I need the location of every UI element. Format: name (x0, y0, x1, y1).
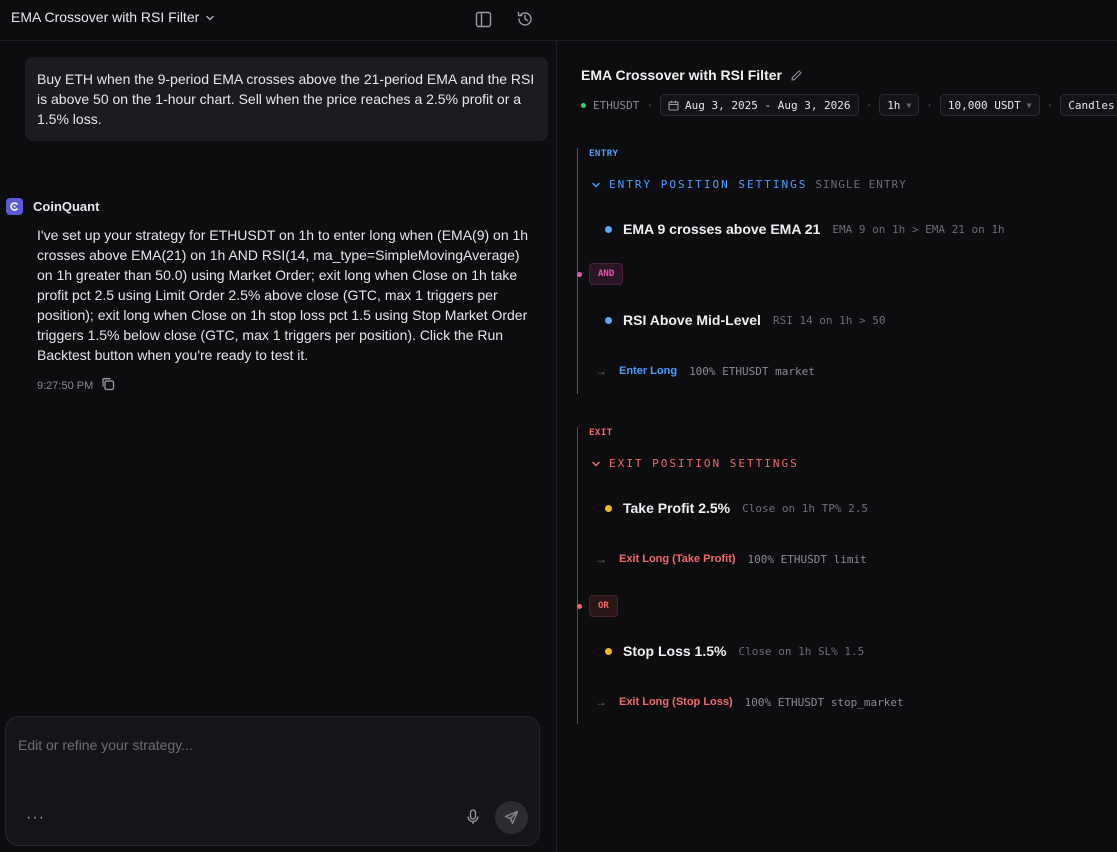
copy-icon[interactable] (101, 377, 115, 394)
microphone-icon[interactable] (466, 809, 480, 830)
capital-value: 10,000 USDT (947, 98, 1021, 112)
exit-stop-loss-action[interactable]: → Exit Long (Stop Loss) 100% ETHUSDT sto… (595, 695, 904, 709)
and-connector: AND (577, 263, 624, 285)
exit-settings-title: EXIT POSITION SETTINGS (609, 457, 799, 470)
bot-name: CoinQuant (33, 199, 100, 214)
condition-detail: Close on 1h TP% 2.5 (742, 501, 868, 515)
bot-message: I've set up your strategy for ETHUSDT on… (37, 227, 529, 363)
condition-name: RSI Above Mid-Level (623, 312, 761, 328)
entry-condition-1[interactable]: EMA 9 crosses above EMA 21 EMA 9 on 1h >… (605, 221, 1005, 237)
chart-mode-select[interactable]: Candles (1060, 94, 1117, 116)
condition-name: Stop Loss 1.5% (623, 643, 727, 659)
condition-detail: Close on 1h SL% 1.5 (738, 644, 865, 658)
strategy-input[interactable] (18, 737, 518, 753)
entry-settings-sub: SINGLE ENTRY (815, 178, 907, 191)
action-label: Exit Long (Take Profit) (619, 553, 736, 565)
timeframe-select[interactable]: 1h ▼ (879, 94, 920, 116)
exit-take-profit-action[interactable]: → Exit Long (Take Profit) 100% ETHUSDT l… (595, 552, 867, 566)
entry-section-label: ENTRY (589, 149, 619, 159)
exit-condition-1[interactable]: Take Profit 2.5% Close on 1h TP% 2.5 (605, 500, 868, 516)
chevron-down-icon (592, 182, 600, 188)
condition-name: EMA 9 crosses above EMA 21 (623, 221, 821, 237)
arrow-right-icon: → (595, 364, 607, 378)
chevron-down-icon (592, 461, 600, 467)
condition-bullet (605, 316, 612, 324)
chevron-down-icon (206, 15, 214, 20)
coinquant-logo-icon (6, 198, 23, 215)
date-range-picker[interactable]: Aug 3, 2025 - Aug 3, 2026 (659, 94, 859, 116)
capital-select[interactable]: 10,000 USDT ▼ (939, 94, 1040, 116)
strategy-title-dropdown[interactable]: EMA Crossover with RSI Filter (11, 9, 215, 25)
panel-title: EMA Crossover with RSI Filter (581, 67, 782, 83)
history-icon[interactable] (514, 8, 536, 30)
symbol-label: ETHUSDT (593, 98, 640, 112)
entry-settings-title: ENTRY POSITION SETTINGS (609, 178, 808, 191)
entry-condition-2[interactable]: RSI Above Mid-Level RSI 14 on 1h > 50 (605, 312, 886, 328)
arrow-right-icon: → (595, 552, 607, 566)
exit-condition-2[interactable]: Stop Loss 1.5% Close on 1h SL% 1.5 (605, 643, 864, 659)
send-button[interactable] (495, 801, 528, 834)
entry-timeline-line (577, 148, 578, 394)
action-detail: 100% ETHUSDT stop_market (744, 695, 904, 709)
arrow-right-icon: → (595, 695, 607, 709)
timeframe-value: 1h (887, 98, 901, 112)
sidebar-toggle-icon[interactable] (472, 8, 494, 30)
entry-settings-toggle[interactable]: ENTRY POSITION SETTINGS SINGLE ENTRY (591, 178, 907, 191)
user-message-bubble: Buy ETH when the 9-period EMA crosses ab… (25, 57, 548, 141)
send-icon (504, 810, 519, 825)
message-timestamp: 9:27:50 PM (37, 379, 94, 392)
more-options-button[interactable]: ··· (26, 809, 45, 827)
exit-section-label: EXIT (589, 428, 613, 438)
panel-divider (556, 40, 557, 852)
header-divider (0, 40, 1117, 41)
chevron-down-icon: ▼ (906, 100, 912, 110)
exit-timeline-line (577, 427, 578, 724)
top-bar: EMA Crossover with RSI Filter (0, 0, 556, 40)
action-detail: 100% ETHUSDT limit (747, 552, 867, 566)
status-dot (581, 102, 586, 108)
message-meta: 9:27:50 PM (37, 377, 115, 394)
strategy-title: EMA Crossover with RSI Filter (11, 9, 200, 25)
condition-detail: EMA 9 on 1h > EMA 21 on 1h (832, 222, 1005, 236)
chart-mode-value: Candles (1068, 98, 1115, 112)
or-badge: OR (589, 595, 618, 617)
date-range-value: Aug 3, 2025 - Aug 3, 2026 (684, 98, 851, 112)
or-connector: OR (577, 595, 618, 617)
edit-pencil-icon[interactable] (790, 69, 803, 82)
composer: ··· (5, 716, 540, 846)
condition-bullet (605, 647, 612, 655)
connector-dot (577, 603, 582, 609)
chevron-down-icon: ▼ (1026, 100, 1032, 110)
action-label: Exit Long (Stop Loss) (619, 696, 733, 708)
enter-long-action[interactable]: → Enter Long 100% ETHUSDT market (595, 364, 815, 378)
connector-dot (577, 271, 582, 277)
panel-title-row: EMA Crossover with RSI Filter (581, 67, 803, 83)
panel-meta-row: ETHUSDT · Aug 3, 2025 - Aug 3, 2026 · 1h… (581, 94, 1117, 116)
action-detail: 100% ETHUSDT market (689, 364, 815, 378)
condition-detail: RSI 14 on 1h > 50 (772, 313, 886, 327)
and-badge: AND (589, 263, 624, 285)
calendar-icon (668, 100, 679, 111)
condition-name: Take Profit 2.5% (623, 500, 731, 516)
bot-header: CoinQuant (6, 198, 99, 215)
condition-bullet (605, 225, 612, 233)
condition-bullet (605, 504, 612, 512)
action-label: Enter Long (619, 365, 678, 377)
exit-settings-toggle[interactable]: EXIT POSITION SETTINGS (591, 457, 799, 470)
